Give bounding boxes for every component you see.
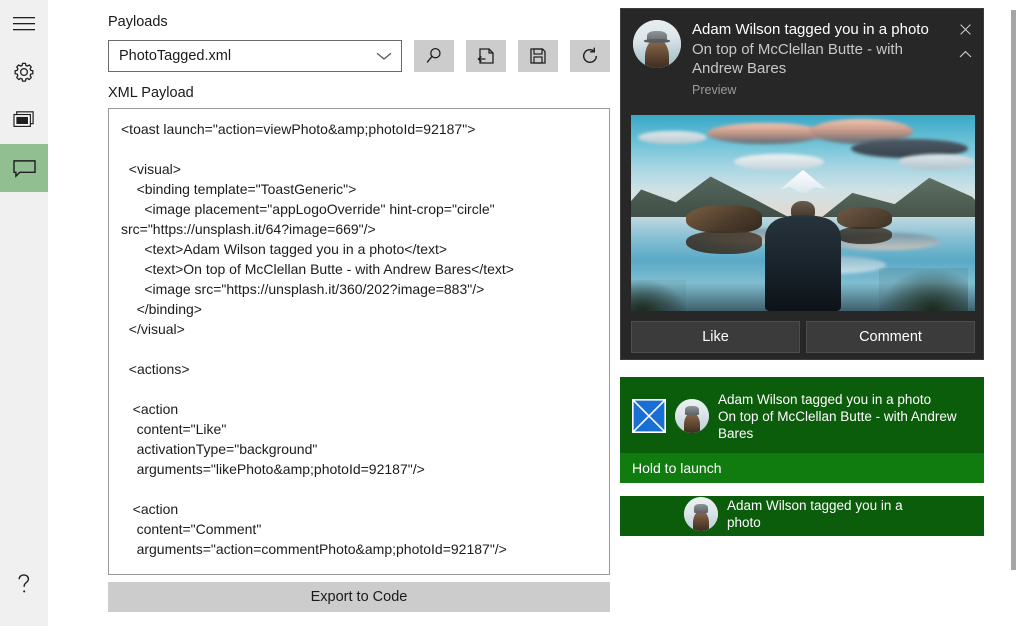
preview-button[interactable] bbox=[414, 40, 454, 72]
toast-attribution: Preview bbox=[692, 83, 737, 97]
floppy-disk-icon bbox=[528, 46, 548, 66]
tile-body: On top of McClellan Butte - with Andrew … bbox=[718, 408, 957, 441]
preview-pane: Adam Wilson tagged you in a photo On top… bbox=[616, 0, 1024, 626]
sidebar-item-toasts[interactable] bbox=[0, 144, 48, 192]
toast-preview-card[interactable]: Adam Wilson tagged you in a photo On top… bbox=[620, 8, 984, 360]
sidebar-item-settings[interactable] bbox=[0, 48, 48, 96]
refresh-button[interactable] bbox=[570, 40, 610, 72]
tile-header: Adam Wilson tagged you in a photo On top… bbox=[620, 377, 984, 453]
toast-title: Adam Wilson tagged you in a photo bbox=[692, 21, 929, 38]
refresh-icon bbox=[580, 46, 600, 66]
left-navigation bbox=[0, 0, 48, 626]
notification-tile[interactable]: Adam Wilson tagged you in a photo On top… bbox=[620, 377, 984, 483]
close-icon[interactable] bbox=[956, 20, 974, 38]
tile-text-block: Adam Wilson tagged you in a photo On top… bbox=[718, 391, 974, 442]
xml-payload-text: <toast launch="action=viewPhoto&amp;phot… bbox=[121, 121, 514, 557]
tile-title: Adam Wilson tagged you in a bbox=[727, 498, 903, 513]
avatar bbox=[684, 497, 718, 531]
toast-bubble-icon bbox=[12, 158, 37, 179]
tiles-icon bbox=[12, 110, 36, 130]
toast-hero-image bbox=[631, 115, 975, 311]
preview-scrollbar[interactable] bbox=[1011, 10, 1016, 570]
chevron-up-icon[interactable] bbox=[956, 45, 974, 63]
placeholder-image-icon bbox=[632, 399, 666, 433]
toast-text-block: Adam Wilson tagged you in a photo On top… bbox=[692, 20, 971, 97]
sidebar-item-hamburger-menu[interactable] bbox=[0, 0, 48, 48]
chevron-down-icon bbox=[375, 50, 393, 62]
toast-body: On top of McClellan Butte - with Andrew … bbox=[692, 41, 903, 77]
magnifier-icon bbox=[424, 46, 444, 66]
payload-editor-pane: Payloads PhotoTagged.xml XML Payload <to… bbox=[48, 0, 616, 626]
gear-icon bbox=[13, 61, 35, 83]
save-button[interactable] bbox=[518, 40, 558, 72]
toast-header: Adam Wilson tagged you in a photo On top… bbox=[621, 9, 983, 103]
xml-payload-label: XML Payload bbox=[108, 85, 194, 101]
avatar bbox=[675, 399, 709, 433]
hold-to-launch-label: Hold to launch bbox=[632, 460, 722, 476]
editor-toolbar bbox=[414, 40, 610, 72]
sidebar-item-tiles[interactable] bbox=[0, 96, 48, 144]
app-window: Payloads PhotoTagged.xml XML Payload <to… bbox=[0, 0, 1024, 626]
tile-title: Adam Wilson tagged you in a photo bbox=[718, 391, 932, 407]
payload-select[interactable]: PhotoTagged.xml bbox=[108, 40, 402, 72]
export-to-code-button[interactable]: Export to Code bbox=[108, 582, 610, 612]
open-button[interactable] bbox=[466, 40, 506, 72]
avatar bbox=[633, 20, 681, 68]
tile-header: Adam Wilson tagged you in a photo bbox=[620, 496, 984, 536]
open-document-icon bbox=[476, 46, 496, 66]
tile-text-block: Adam Wilson tagged you in a photo bbox=[727, 497, 974, 531]
tile-body: photo bbox=[727, 515, 761, 530]
question-mark-icon bbox=[14, 572, 34, 596]
payload-select-value: PhotoTagged.xml bbox=[119, 48, 232, 64]
like-action-button[interactable]: Like bbox=[631, 321, 800, 353]
xml-payload-editor[interactable]: <toast launch="action=viewPhoto&amp;phot… bbox=[108, 108, 610, 575]
notification-tile[interactable]: Adam Wilson tagged you in a photo bbox=[620, 496, 984, 536]
toast-action-buttons: Like Comment bbox=[631, 321, 975, 353]
sidebar-item-help[interactable] bbox=[0, 560, 48, 608]
payloads-label: Payloads bbox=[108, 14, 168, 30]
hamburger-icon bbox=[13, 16, 35, 32]
comment-action-button[interactable]: Comment bbox=[806, 321, 975, 353]
